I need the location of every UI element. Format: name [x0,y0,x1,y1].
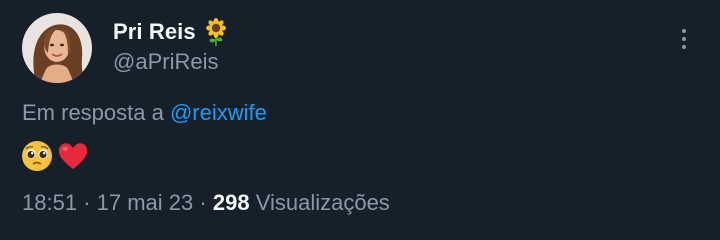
more-dot-icon [682,45,686,49]
reply-mention-link[interactable]: @reixwife [170,100,267,125]
red-heart-icon [56,139,90,178]
tweet: Pri Reis @aPriReis Em resposta a @reixwi… [0,0,720,240]
meta-separator: · [83,190,91,215]
reply-prefix: Em resposta a [22,100,164,125]
more-dot-icon [682,29,686,33]
author-handle[interactable]: @aPriReis [113,49,218,75]
pleading-face-icon [20,139,54,178]
author-name-row: Pri Reis [113,15,230,49]
more-options-button[interactable] [670,26,698,52]
reply-context: Em resposta a @reixwife [22,100,267,126]
views-label: Visualizações [255,190,390,215]
sunflower-icon [202,18,230,46]
tweet-text [20,139,90,178]
tweet-date[interactable]: 17 mai 23 [97,190,194,215]
meta-separator: · [199,190,207,215]
tweet-time[interactable]: 18:51 [22,190,77,215]
views-count: 298 [212,190,250,215]
author-display-name[interactable]: Pri Reis [113,19,196,45]
tweet-meta: 18:51 · 17 mai 23 · 298 Visualizações [22,190,390,216]
avatar[interactable] [22,13,92,83]
more-dot-icon [682,37,686,41]
